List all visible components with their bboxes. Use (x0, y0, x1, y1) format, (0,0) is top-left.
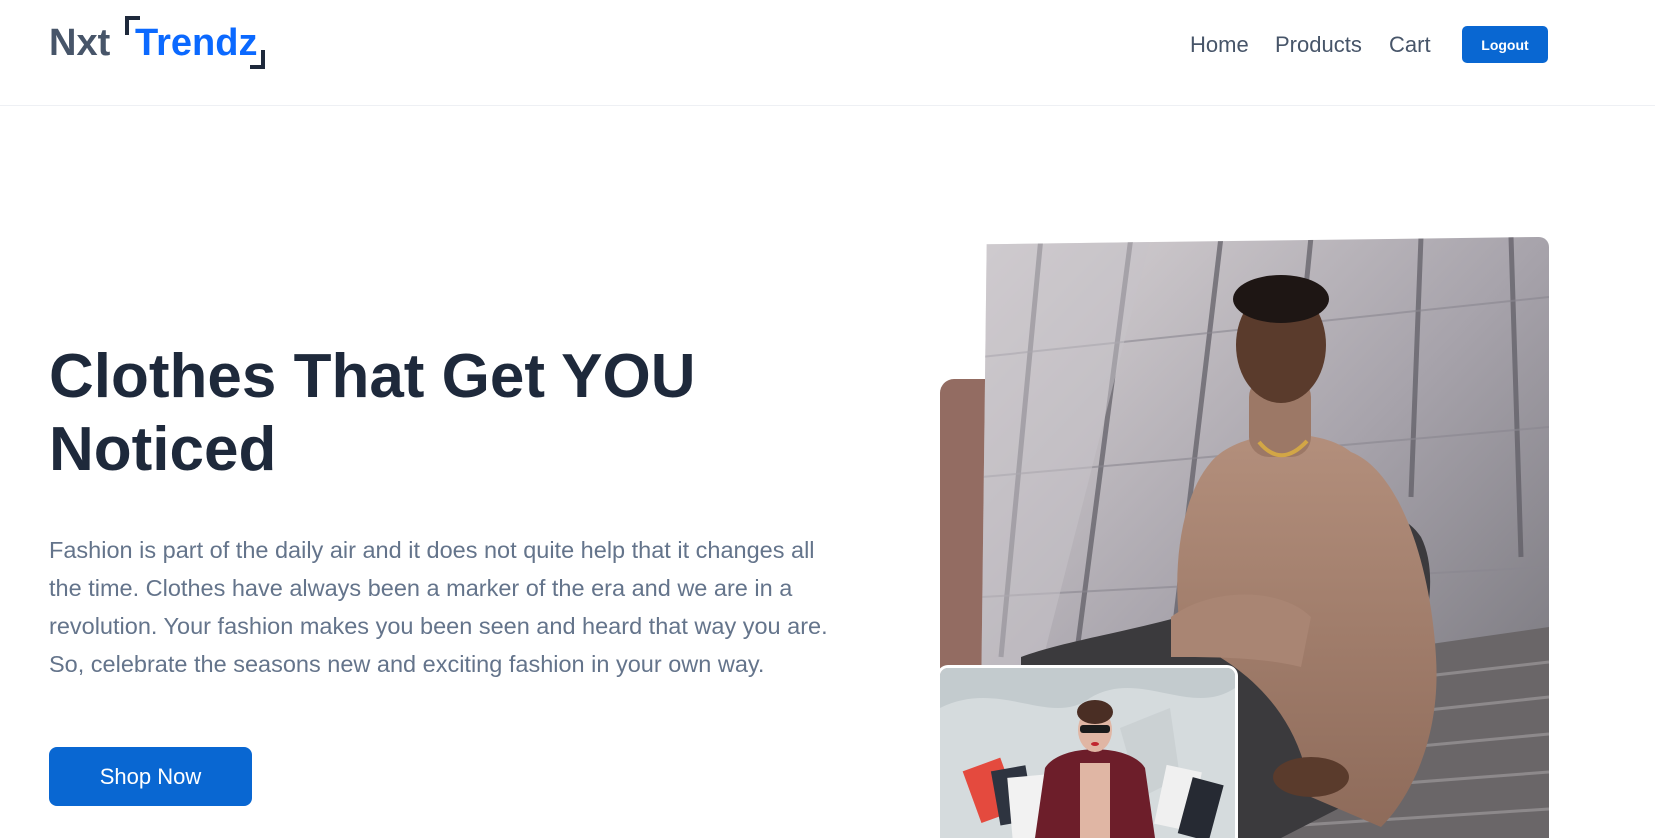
shopping-model-illustration (940, 668, 1235, 838)
logout-button[interactable]: Logout (1462, 26, 1548, 63)
nav-link-products[interactable]: Products (1275, 32, 1362, 58)
logo-bracket-bottom-right (250, 50, 265, 69)
logo-text-nxt: Nxt (49, 22, 111, 64)
top-nav-bar: Nxt Trendz Home Products Cart Logout (0, 0, 1655, 106)
logo-text-trendz: Trendz (135, 22, 258, 64)
hero-description: Fashion is part of the daily air and it … (49, 537, 828, 677)
nxt-trendz-logo[interactable]: Nxt Trendz (49, 14, 279, 70)
hero-heading-line-2: Noticed (49, 415, 277, 484)
nav-link-cart[interactable]: Cart (1389, 32, 1431, 58)
nav-link-home[interactable]: Home (1190, 32, 1249, 58)
shop-now-button[interactable]: Shop Now (49, 747, 252, 806)
hero-heading-line-1: Clothes That Get YOU (49, 342, 696, 411)
shopping-model-photo (940, 668, 1235, 838)
hero-heading: Clothes That Get YOU Noticed (49, 340, 809, 486)
